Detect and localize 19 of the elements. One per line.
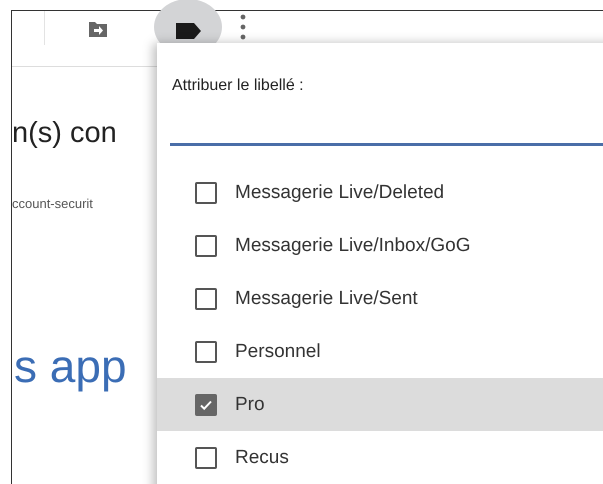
link[interactable]: ccount-securit bbox=[12, 196, 158, 211]
checkbox[interactable] bbox=[195, 288, 217, 310]
menu-title: Attribuer le libellé : bbox=[172, 77, 305, 95]
checkbox[interactable] bbox=[195, 182, 217, 204]
label-option[interactable]: Messagerie Live/Sent bbox=[157, 272, 603, 325]
label-option[interactable]: Messagerie Live/Inbox/GoG bbox=[157, 219, 603, 272]
checkbox[interactable] bbox=[195, 234, 217, 256]
move-to-icon[interactable] bbox=[88, 20, 108, 38]
page-heading: n(s) con bbox=[12, 117, 118, 150]
more-options-icon[interactable] bbox=[240, 14, 246, 40]
page-title: s app bbox=[14, 339, 128, 393]
checkbox[interactable] bbox=[195, 340, 217, 362]
label-option[interactable]: Pro bbox=[157, 378, 603, 431]
label-option[interactable]: Recus bbox=[157, 431, 603, 484]
checkbox[interactable] bbox=[195, 446, 217, 468]
label-option[interactable]: Messagerie Live/Deleted bbox=[157, 166, 603, 219]
label-option[interactable]: Personnel bbox=[157, 325, 603, 378]
checkbox[interactable] bbox=[195, 394, 217, 416]
label-icon bbox=[174, 22, 202, 40]
